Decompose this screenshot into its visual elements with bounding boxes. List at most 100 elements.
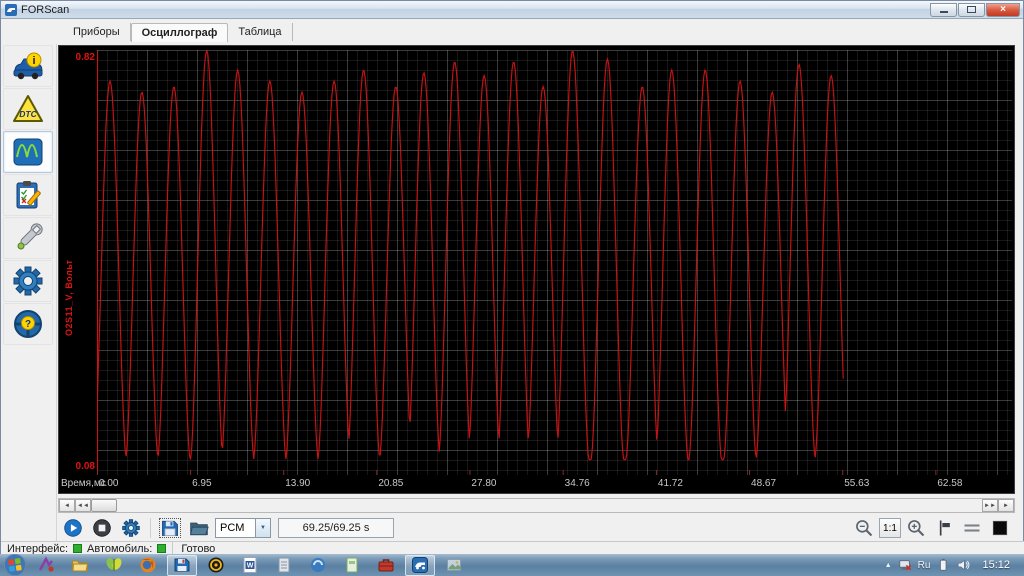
steering-wheel-help-icon: ? [14,310,42,338]
battery-icon[interactable] [936,558,950,572]
desktop: FORScan × Приборы Осциллограф Таблица i [0,0,1024,576]
taskbar-clock[interactable]: 15:12 [976,559,1016,571]
vehicle-label: Автомобиль: [87,542,153,555]
scrollbar-track[interactable] [117,499,982,512]
scrollbar-thumb[interactable] [91,499,117,512]
scope-settings-gear-icon [122,519,140,537]
x-tick-label: 20.85 [378,478,404,489]
word-icon: W [243,557,257,573]
zoom-ratio-button[interactable]: 1:1 [879,518,901,538]
x-tick-label: 6.95 [192,478,212,489]
taskbar-blue-app[interactable] [303,555,333,576]
scroll-left-button[interactable]: ◄ [59,499,75,512]
sidebar-item-tests[interactable] [3,174,53,216]
scroll-right-fast-icon: ►► [984,502,996,509]
language-indicator[interactable]: Ru [918,560,931,571]
tray-expand-button[interactable]: ▲ [885,562,892,569]
y-min-label: 0.08 [75,461,95,472]
red-toolbox-icon [378,559,394,572]
tab-oscilloscope[interactable]: Осциллограф [130,22,229,42]
taskbar-forscan-active[interactable] [405,554,435,576]
status-bar: Интерфейс: Автомобиль: Готово [1,541,1024,555]
scroll-left-fast-icon: ◄◄ [77,502,89,509]
grid-lines-button[interactable] [959,516,985,540]
taskbar-explorer[interactable] [65,555,95,576]
scroll-left-fast-button[interactable]: ◄◄ [75,499,91,512]
folder-icon [72,560,89,572]
app-icon [5,3,17,16]
sidebar-item-vehicle-info[interactable]: i [3,45,53,87]
taskbar-firefox[interactable] [133,555,163,576]
close-button[interactable]: × [986,2,1020,17]
speaker-icon[interactable] [956,558,970,572]
record-time-field: 69.25/69.25 s [278,518,394,538]
tab-table[interactable]: Таблица [228,23,293,41]
car-info-icon: i [13,52,43,80]
taskbar-msn[interactable] [99,555,129,576]
save-record-button[interactable] [157,516,183,540]
plot-horizontal-scrollbar[interactable]: ◄ ◄◄ ►► ► [58,498,1015,513]
taskbar-toolbox[interactable] [371,555,401,576]
taskbar-word[interactable]: W [235,555,265,576]
x-tick-label: 48.67 [751,478,777,489]
sidebar-item-about[interactable]: ? [3,303,53,345]
stop-button[interactable] [89,516,115,540]
windows-taskbar: W ▲ Ru 15:12 [0,554,1024,576]
series-label: O2S11_V, Вольт [64,259,74,336]
x-axis-ticks [97,470,937,475]
x-tick-label: 34.76 [564,478,590,489]
blue-swirl-icon [311,558,325,572]
taskbar-recorder-active[interactable] [167,554,197,576]
sidebar-item-oscilloscope[interactable] [3,131,53,173]
lines-icon [964,524,980,532]
waveform-plot[interactable] [97,50,1012,475]
background-color-button[interactable] [987,516,1013,540]
chevron-down-icon: ▼ [255,519,270,537]
forscan-app-icon [412,557,428,573]
sidebar-item-dtc[interactable]: DTC [3,88,53,130]
scroll-left-icon: ◄ [64,502,70,509]
close-icon: × [1000,3,1006,15]
open-record-button[interactable] [186,516,212,540]
scroll-right-button[interactable]: ► [998,499,1014,512]
minimize-button[interactable] [930,2,957,17]
yellow-disc-icon [208,557,224,573]
scroll-right-icon: ► [1003,502,1009,509]
zoom-ratio-value: 1:1 [883,522,897,534]
taskbar-green-app[interactable] [337,555,367,576]
zoom-in-button[interactable] [903,516,929,540]
toolbar-separator [150,518,151,538]
zoom-out-icon [856,520,873,537]
x-tick-label: 27.80 [471,478,497,489]
notepad-icon [278,557,290,573]
x-tick-label: 0.00 [99,478,119,489]
module-selector-combo[interactable]: PCM ▼ [215,518,271,538]
play-icon [64,519,82,537]
taskbar-disc-tool[interactable] [201,555,231,576]
y-max-label: 0.82 [75,52,95,63]
zoom-out-button[interactable] [851,516,877,540]
marker-tool-button[interactable] [931,516,957,540]
taskbar-app-media[interactable] [31,555,61,576]
maximize-button[interactable] [958,2,985,17]
title-bar: FORScan × [1,1,1023,19]
scope-settings-button[interactable] [118,516,144,540]
network-status-icon[interactable] [898,558,912,572]
photo-viewer-icon [447,559,462,571]
scroll-right-fast-button[interactable]: ►► [982,499,998,512]
taskbar-notes[interactable] [269,555,299,576]
maximize-icon [967,6,976,13]
oscilloscope-panel: 0.82 0.08 O2S11_V, Вольт Время,мс 0.00 6.… [58,45,1015,494]
save-floppy-icon [162,520,178,536]
oscilloscope-toolbar: PCM ▼ 69.25/69.25 s 1:1 [58,515,1015,541]
sidebar-item-service[interactable] [3,217,53,259]
play-button[interactable] [60,516,86,540]
start-button[interactable] [3,554,27,576]
window-title: FORScan [21,3,70,16]
dtc-icon: DTC [13,95,43,122]
o2-sensor-trace [97,50,844,461]
tab-devices[interactable]: Приборы [63,23,131,41]
taskbar-photo-viewer[interactable] [439,555,469,576]
sidebar-item-settings[interactable] [3,260,53,302]
floppy-app-icon [174,558,190,572]
